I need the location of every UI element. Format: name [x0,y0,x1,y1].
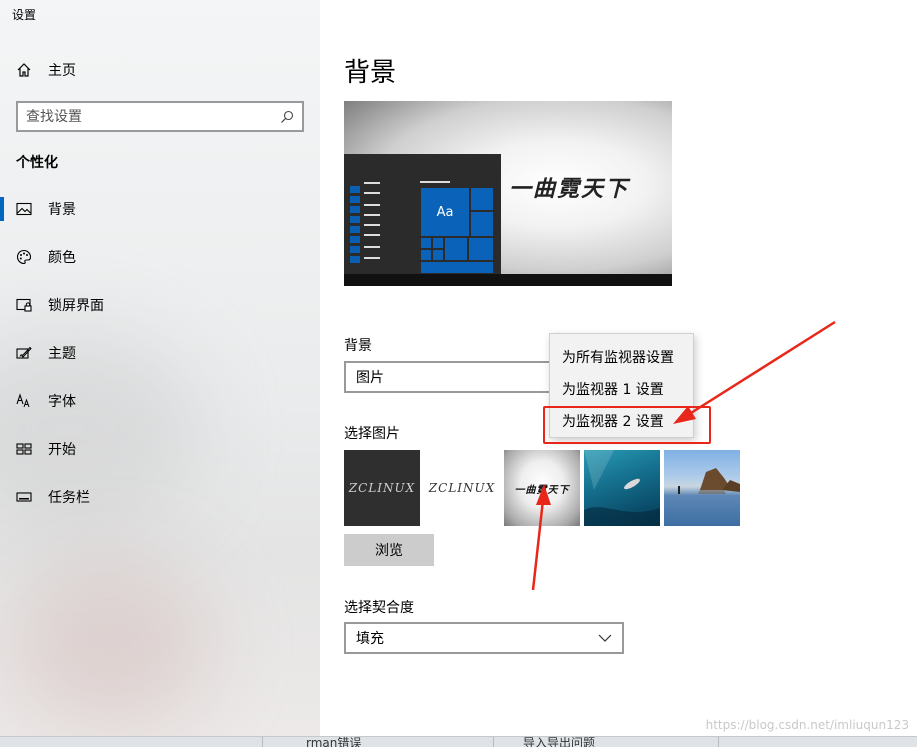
preview-line [420,181,450,183]
thumbnail-calligraphy[interactable]: 一曲霓天下 [504,450,580,526]
background-label: 背景 [344,338,372,354]
taskbar-divider [718,737,719,747]
picture-icon [16,202,32,216]
sidebar-home[interactable]: 主页 [16,58,76,82]
thumbnail-coast[interactable] [664,450,740,526]
preview-line [364,214,380,216]
sidebar-background-blur [10,560,210,730]
preview-strip [350,186,360,193]
preview-tile [420,261,494,274]
preview-tile [470,211,494,237]
preview-line [364,257,380,259]
background-dropdown-value: 图片 [356,370,384,386]
thumbnail-label: 一曲霓天下 [514,484,570,496]
preview-tile [420,237,432,249]
preview-strip [350,236,360,243]
fit-dropdown[interactable]: 填充 [344,622,624,654]
start-icon [16,443,32,455]
chevron-down-icon [598,634,612,642]
home-icon [17,63,31,77]
sidebar-item-lock-screen[interactable]: 锁屏界面 [0,287,320,323]
search-input[interactable] [26,108,280,125]
preview-tile-aa: Aa [420,187,470,237]
preview-strip [350,226,360,233]
sidebar-item-colors[interactable]: 颜色 [0,239,320,275]
taskbar-strip: rman错误 导入导出问题 [0,736,917,747]
window-title: 设置 [12,8,37,22]
sidebar-item-fonts[interactable]: 字体 [0,383,320,419]
thumbnail-underwater-art [584,450,660,526]
annotation-highlight-box [543,406,711,444]
preview-strip [350,216,360,223]
watermark: https://blog.csdn.net/imliuqun123 [705,718,909,732]
sidebar-home-label: 主页 [48,63,76,79]
theme-icon [16,346,32,359]
background-preview: 一曲霓天下 Aa [344,101,672,286]
taskbar-item[interactable]: rman错误 [306,737,361,747]
sidebar-item-label: 主题 [48,346,76,362]
thumbnail-label: ZCLINUX [428,481,496,495]
sidebar-item-themes[interactable]: 主题 [0,335,320,371]
thumbnail-label: ZCLINUX [348,481,416,495]
preview-tile [432,237,444,249]
preview-line [364,182,380,184]
preview-start-menu: Aa [344,154,501,274]
preview-strip [350,246,360,253]
menu-item-all-monitors[interactable]: 为所有监视器设置 [550,342,693,372]
preview-tile [432,249,444,261]
sidebar-item-label: 锁屏界面 [48,298,104,314]
thumbnail-underwater[interactable] [584,450,660,526]
preview-wallpaper-text: 一曲霓天下 [509,176,630,202]
palette-icon [16,249,32,265]
font-icon [16,393,30,408]
thumbnail-zclinux-light[interactable]: ZCLINUX [424,450,500,526]
sidebar-item-label: 颜色 [48,250,76,266]
preview-tile [468,237,494,261]
sidebar-item-label: 背景 [48,202,76,218]
sidebar-item-label: 任务栏 [48,490,90,506]
menu-item-monitor-1[interactable]: 为监视器 1 设置 [550,374,693,404]
thumbnail-coast-art [678,468,740,494]
search-box[interactable] [16,101,304,132]
lock-screen-icon [16,298,32,312]
preview-strip [350,196,360,203]
choose-picture-label: 选择图片 [344,426,400,442]
preview-line [364,234,380,236]
taskbar-divider [262,737,263,747]
taskbar-divider [493,737,494,747]
browse-button[interactable]: 浏览 [344,534,434,566]
preview-tile [470,187,494,211]
section-title: 个性化 [16,155,58,171]
preview-line [364,204,380,206]
preview-line [364,224,380,226]
sidebar-item-background[interactable]: 背景 [0,191,320,227]
page-title: 背景 [344,58,397,88]
preview-strip [350,256,360,263]
preview-tile [444,237,468,261]
sidebar-item-label: 开始 [48,442,76,458]
fit-label: 选择契合度 [344,600,414,616]
sidebar: 设置 主页 个性化 背景 颜色 锁屏界面 [0,0,320,736]
sidebar-item-taskbar[interactable]: 任务栏 [0,479,320,515]
fit-dropdown-value: 填充 [356,631,384,647]
preview-strip [350,206,360,213]
taskbar-item[interactable]: 导入导出问题 [523,737,595,747]
thumbnail-zclinux-dark[interactable]: ZCLINUX [344,450,420,526]
taskbar-icon [16,492,32,502]
preview-taskbar [344,274,672,286]
sidebar-item-start[interactable]: 开始 [0,431,320,467]
preview-line [364,246,380,248]
search-icon[interactable] [280,110,294,124]
sidebar-item-label: 字体 [48,394,76,410]
preview-tile [420,249,432,261]
preview-line [364,192,380,194]
